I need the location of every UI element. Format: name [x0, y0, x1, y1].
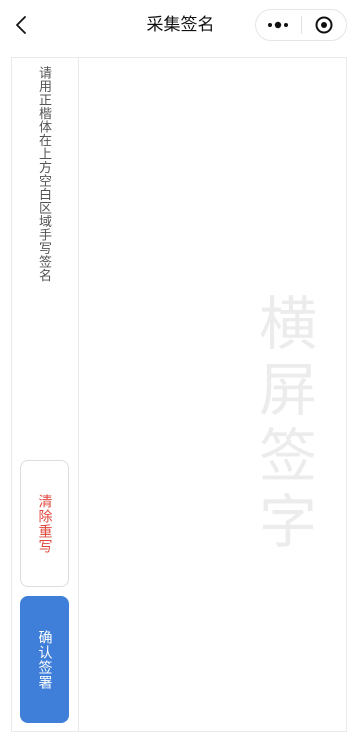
landscape-sign-watermark: 横屏签字 [249, 293, 317, 557]
confirm-sign-button[interactable]: 确认签署 [20, 596, 69, 723]
side-panel: 请用正楷体在上方空白区域手写签名 清除重写 确认签署 [12, 58, 79, 731]
clear-rewrite-button[interactable]: 清除重写 [20, 460, 69, 587]
signature-canvas[interactable]: 横屏签字 [79, 58, 346, 731]
signature-container: 请用正楷体在上方空白区域手写签名 清除重写 确认签署 横屏签字 [11, 57, 347, 732]
signature-page: 采集签名 请用正楷体在上方空白区域手写签名 清除重写 确认签署 横屏签字 [0, 0, 361, 742]
target-close-icon [315, 16, 333, 34]
signature-hint: 请用正楷体在上方空白区域手写签名 [36, 66, 51, 282]
more-dots-icon [268, 21, 289, 29]
clear-rewrite-label: 清除重写 [36, 493, 53, 554]
mini-program-capsule [255, 9, 347, 41]
more-button[interactable] [256, 10, 301, 40]
nav-bar: 采集签名 [0, 0, 361, 50]
confirm-sign-label: 确认签署 [36, 629, 53, 690]
close-button[interactable] [301, 10, 346, 40]
